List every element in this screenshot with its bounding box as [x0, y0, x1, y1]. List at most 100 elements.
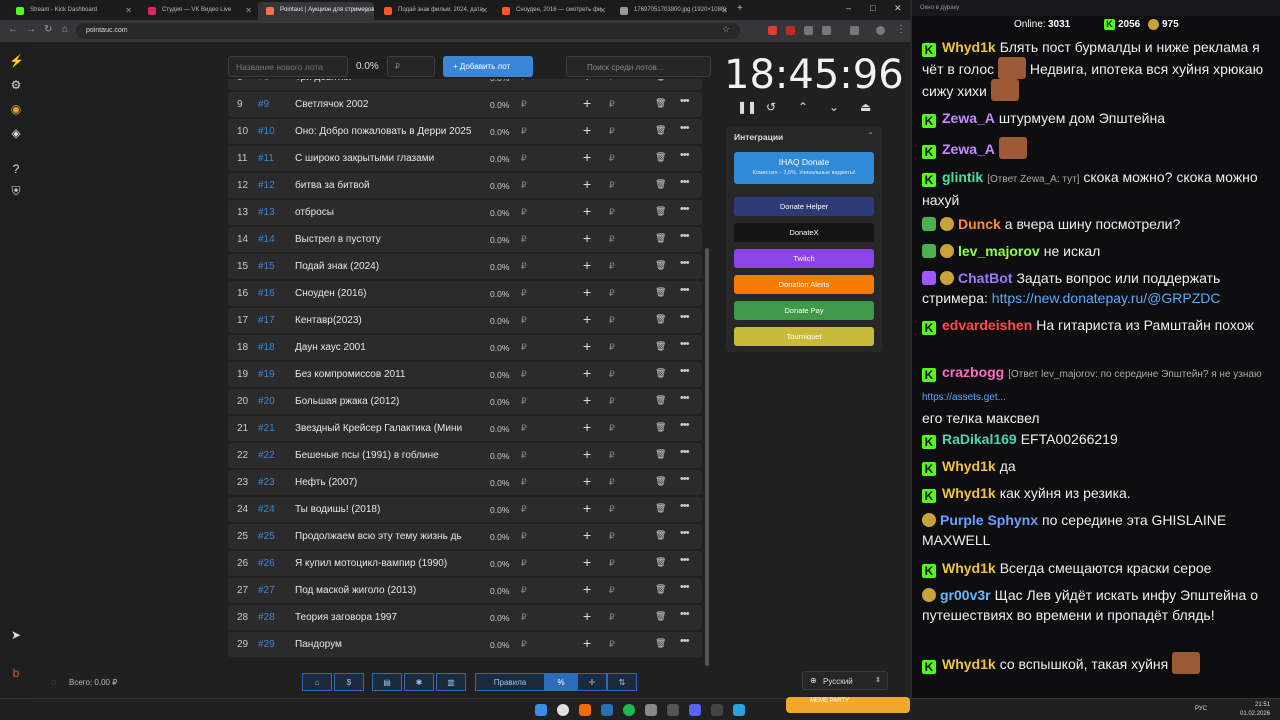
add-amount-icon[interactable]: + — [583, 149, 591, 165]
integration-button[interactable]: Tourniquet — [734, 327, 874, 346]
lot-row[interactable]: 24 #24 Ты водишь! (2018) 0.0% ₽ + ₽ 🗑 ••• — [228, 497, 702, 522]
lot-row[interactable]: 14 #14 Выстрел в пустоту 0.0% ₽ + ₽ 🗑 ••• — [228, 227, 702, 252]
lot-add-input[interactable]: ₽ — [609, 126, 615, 137]
lot-title[interactable]: Теория заговора 1997 — [295, 612, 473, 623]
delete-trash-icon[interactable]: 🗑 — [655, 557, 666, 568]
percent-toggle-button[interactable]: % — [545, 673, 577, 691]
lot-id[interactable]: #11 — [258, 153, 274, 164]
more-dots-icon[interactable]: ••• — [680, 79, 690, 80]
more-dots-icon[interactable]: ••• — [680, 149, 690, 161]
tab-close-icon[interactable]: ✕ — [481, 6, 488, 15]
lot-row[interactable]: 10 #10 Оно: Добро пожаловать в Дерри 2025 0… — [228, 119, 702, 144]
lot-list-scrollbar[interactable] — [705, 248, 709, 666]
telegram-taskbar-icon[interactable] — [733, 704, 745, 716]
lot-title[interactable]: Оно: Добро пожаловать в Дерри 2025 — [295, 126, 473, 137]
more-dots-icon[interactable]: ••• — [680, 500, 690, 512]
tab-close-icon[interactable]: ✕ — [363, 6, 370, 15]
lot-add-input[interactable]: ₽ — [609, 504, 615, 515]
download-icon[interactable] — [850, 26, 859, 35]
lot-row[interactable]: 18 #18 Даун хаус 2001 0.0% ₽ + ₽ 🗑 ••• — [228, 335, 702, 360]
lot-amount[interactable]: ₽ — [521, 261, 527, 272]
add-amount-icon[interactable]: + — [583, 365, 591, 381]
chrome-icon[interactable] — [557, 704, 569, 716]
lot-id[interactable]: #13 — [258, 207, 275, 218]
lot-amount[interactable]: ₽ — [521, 342, 527, 353]
lot-add-input[interactable]: ₽ — [609, 79, 615, 83]
browser-tab[interactable]: Сноуден, 2016 — смотреть фи ✕ — [494, 2, 610, 20]
delete-trash-icon[interactable]: 🗑 — [655, 152, 666, 163]
move-icon[interactable]: ✛ — [577, 673, 607, 691]
chat-link[interactable]: https://assets.get... — [922, 392, 1006, 403]
delete-trash-icon[interactable]: 🗑 — [655, 206, 666, 217]
lot-title[interactable]: отбросы — [295, 207, 473, 218]
delete-trash-icon[interactable]: 🗑 — [655, 638, 666, 649]
add-amount-icon[interactable]: + — [583, 311, 591, 327]
add-amount-icon[interactable]: + — [583, 581, 591, 597]
delete-trash-icon[interactable]: 🗑 — [655, 341, 666, 352]
timer-up-icon[interactable]: ⌃ — [798, 100, 808, 114]
add-amount-icon[interactable]: + — [583, 230, 591, 246]
shield-icon[interactable]: ⛨ — [9, 184, 23, 198]
maximize-icon[interactable]: □ — [870, 3, 875, 13]
lot-row[interactable]: 28 #28 Теория заговора 1997 0.0% ₽ + ₽ 🗑 ••• — [228, 605, 702, 630]
obs-icon[interactable] — [711, 704, 723, 716]
lot-title[interactable]: Светлячок 2002 — [295, 99, 473, 110]
language-select[interactable]: ⊕ Русский ⇕ — [802, 671, 888, 690]
lot-row[interactable]: 27 #27 Под маской жиголо (2013) 0.0% ₽ + ₽ 🗑 ••• — [228, 578, 702, 603]
lot-row[interactable]: 12 #12 битва за битвой 0.0% ₽ + ₽ 🗑 ••• — [228, 173, 702, 198]
lot-id[interactable]: #24 — [258, 504, 275, 515]
lot-id[interactable]: #20 — [258, 396, 275, 407]
lot-amount[interactable]: ₽ — [521, 99, 527, 110]
lot-id[interactable]: #14 — [258, 234, 275, 245]
add-amount-icon[interactable]: + — [583, 635, 591, 651]
lot-add-input[interactable]: ₽ — [609, 180, 615, 191]
lot-add-input[interactable]: ₽ — [609, 396, 615, 407]
settings-gear-icon[interactable]: ⚙ — [9, 78, 23, 92]
lot-id[interactable]: #18 — [258, 342, 275, 353]
new-lot-name-input[interactable] — [228, 56, 348, 77]
lot-title[interactable]: Большая ржака (2012) — [295, 396, 473, 407]
chat-username[interactable]: Whyd1k — [942, 39, 996, 55]
lot-add-input[interactable]: ₽ — [609, 261, 615, 272]
chat-username[interactable]: Whyd1k — [942, 656, 996, 672]
add-amount-icon[interactable]: + — [583, 95, 591, 111]
new-tab-icon[interactable]: + — [737, 3, 743, 14]
timer-down-icon[interactable]: ⌄ — [829, 100, 839, 114]
spotify-icon[interactable] — [623, 704, 635, 716]
wheel-icon[interactable]: ◉ — [9, 102, 23, 116]
lot-title[interactable]: Выстрел в пустоту — [295, 234, 473, 245]
lot-row[interactable]: 19 #19 Без компромиссов 2011 0.0% ₽ + ₽ 🗑 ••• — [228, 362, 702, 387]
lot-id[interactable]: #29 — [258, 639, 275, 650]
delete-trash-icon[interactable]: 🗑 — [655, 503, 666, 514]
add-lot-button[interactable]: + Добавить лот — [443, 56, 533, 77]
browser-tab[interactable]: 17697051703800.jpg (1920×1080) ✕ — [612, 2, 732, 20]
app-icon[interactable] — [645, 704, 657, 716]
lot-title[interactable]: С широко закрытыми глазами — [295, 153, 473, 164]
lot-id[interactable]: #27 — [258, 585, 275, 596]
back-icon[interactable]: ← — [8, 24, 18, 35]
browser-tab[interactable]: Stream - Kick Dashboard ✕ — [8, 2, 136, 20]
lot-id[interactable]: #8 — [258, 79, 269, 83]
lot-title[interactable]: Ты водишь! (2018) — [295, 504, 473, 515]
more-dots-icon[interactable]: ••• — [680, 635, 690, 647]
integration-button[interactable]: IHAQ Donate Комиссия – 3,5%. Уникальные в… — [734, 152, 874, 184]
lot-id[interactable]: #26 — [258, 558, 275, 569]
chat-username[interactable]: Zewa_A — [942, 110, 995, 126]
more-dots-icon[interactable]: ••• — [680, 392, 690, 404]
lot-amount[interactable]: ₽ — [521, 585, 527, 596]
lot-amount[interactable]: ₽ — [521, 504, 527, 515]
lot-add-input[interactable]: ₽ — [609, 315, 615, 326]
lot-title[interactable]: Сноуден (2016) — [295, 288, 473, 299]
delete-trash-icon[interactable]: 🗑 — [655, 368, 666, 379]
delete-trash-icon[interactable]: 🗑 — [655, 530, 666, 541]
chat-username[interactable]: Dunck — [958, 216, 1001, 232]
integration-button[interactable]: Twitch — [734, 249, 874, 268]
bug-icon[interactable]: ✱ — [404, 673, 434, 691]
browser-tab[interactable]: Студия — VK Видео Live ✕ — [140, 2, 256, 20]
lot-amount[interactable]: ₽ — [521, 153, 527, 164]
lot-amount[interactable]: ₽ — [521, 79, 527, 83]
integration-button[interactable]: DonateX — [734, 223, 874, 242]
windows-start-icon[interactable] — [535, 704, 547, 716]
more-dots-icon[interactable]: ••• — [680, 473, 690, 485]
lot-title[interactable]: Под маской жиголо (2013) — [295, 585, 473, 596]
